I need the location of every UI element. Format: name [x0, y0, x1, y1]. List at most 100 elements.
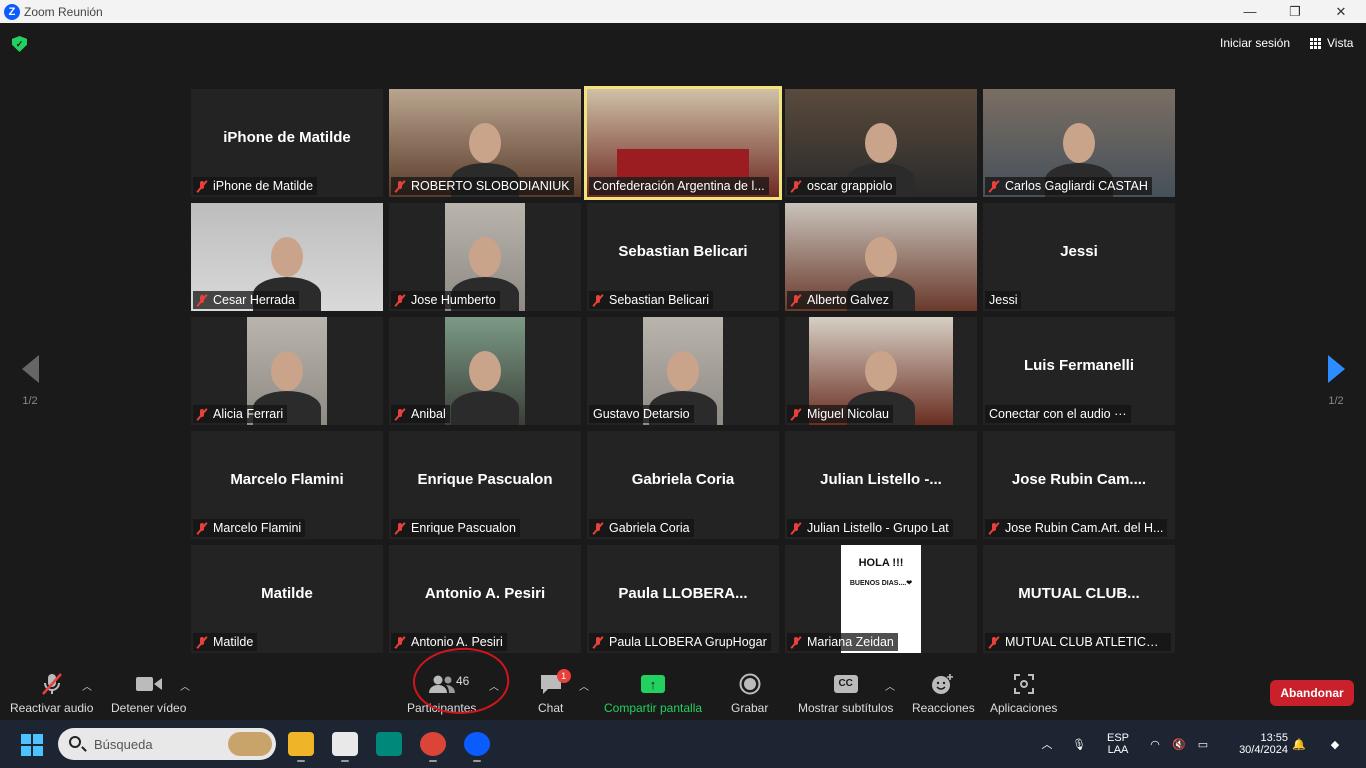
participant-name-label: Cesar Herrada [193, 291, 299, 309]
participant-name-label: Conectar con el audio ··· [985, 405, 1131, 423]
windows-start-icon[interactable] [21, 734, 43, 756]
participant-display-name: Jessi [1060, 243, 1098, 260]
participant-tile[interactable]: Cesar Herrada [191, 203, 383, 311]
signin-button[interactable]: Iniciar sesión [1214, 34, 1296, 52]
language-indicator[interactable]: ESP LAA [1100, 720, 1136, 768]
participant-name-text: Enrique Pascualon [411, 521, 516, 535]
participant-face [865, 123, 897, 163]
participant-name-label: Jose Rubin Cam.Art. del H... [985, 519, 1168, 537]
participant-display-name: MUTUAL CLUB... [1018, 585, 1140, 602]
next-page-indicator: 1/2 [1328, 395, 1344, 407]
encryption-shield-icon[interactable]: ✓ [12, 36, 27, 52]
participant-tile[interactable]: Jose Rubin Cam.... Jose Rubin Cam.Art. de… [983, 431, 1175, 539]
zoom-taskbar-icon[interactable] [464, 732, 490, 762]
participant-tile[interactable]: Confederación Argentina de l... [584, 86, 782, 200]
clock[interactable]: 13:55 30/4/2024 [1222, 720, 1288, 768]
google-meet-icon[interactable] [376, 732, 402, 756]
apps-label: Aplicaciones [990, 701, 1058, 715]
participant-tile[interactable]: Gabriela Coria Gabriela Coria [587, 431, 779, 539]
microphone-muted-icon [40, 672, 64, 696]
wifi-icon[interactable]: ◠ [1144, 720, 1166, 768]
unmute-button[interactable]: Reactivar audio [10, 672, 93, 715]
reactions-button[interactable]: Reacciones [912, 672, 975, 715]
participant-tile[interactable]: Gustavo Detarsio [587, 317, 779, 425]
participant-tile[interactable]: Miguel Nicolau [785, 317, 977, 425]
smiley-plus-icon [931, 672, 955, 696]
volume-muted-icon[interactable]: 🔇 [1168, 720, 1190, 768]
participant-tile[interactable]: Alicia Ferrari [191, 317, 383, 425]
microphone-muted-icon [989, 180, 999, 193]
audio-options-caret-icon[interactable]: ︿ [82, 678, 92, 693]
participant-tile[interactable]: Sebastian Belicari Sebastian Belicari [587, 203, 779, 311]
participant-name-label: Gustavo Detarsio [589, 405, 694, 423]
zoom-logo-icon: Z [4, 3, 20, 20]
participant-tile[interactable]: iPhone de Matilde iPhone de Matilde [191, 89, 383, 197]
microphone-muted-icon [395, 636, 405, 649]
battery-icon[interactable]: ▭ [1192, 720, 1214, 768]
language-bottom: LAA [1107, 744, 1129, 756]
participant-tile[interactable]: oscar grappiolo [785, 89, 977, 197]
participant-name-text: Jose Humberto [411, 293, 496, 307]
participant-tile[interactable]: Julian Listello -... Julian Listello - Gr… [785, 431, 977, 539]
microphone-muted-icon [593, 636, 603, 649]
snipping-tool-icon[interactable] [332, 732, 358, 762]
participant-tile[interactable]: Paula LLOBERA... Paula LLOBERA GrupHogar [587, 545, 779, 653]
participant-name-label: Paula LLOBERA GrupHogar [589, 633, 771, 651]
reactions-label: Reacciones [912, 701, 975, 715]
microphone-muted-icon [791, 294, 801, 307]
taskbar-search[interactable]: Búsqueda [58, 728, 276, 760]
window-title: Zoom Reunión [24, 4, 103, 19]
microphone-muted-icon [395, 180, 405, 193]
video-options-caret-icon[interactable]: ︿ [180, 678, 190, 693]
chat-options-caret-icon[interactable]: ︿ [579, 678, 589, 693]
stop-video-button[interactable]: Detener vídeo [111, 672, 186, 715]
close-button[interactable]: ✕ [1318, 0, 1364, 23]
file-explorer-icon[interactable] [288, 732, 314, 762]
participant-name-label: Sebastian Belicari [589, 291, 714, 309]
participant-display-name: Luis Fermanelli [1023, 357, 1135, 374]
participant-tile[interactable]: Antonio A. Pesiri Antonio A. Pesiri [389, 545, 581, 653]
view-button[interactable]: Vista [1304, 34, 1359, 52]
participant-name-text: Mariana Zeidan [807, 635, 894, 649]
next-page-arrow-icon[interactable] [1327, 355, 1345, 383]
participant-name-text: Miguel Nicolau [807, 407, 889, 421]
participant-tile[interactable]: Carlos Gagliardi CASTAH [983, 89, 1175, 197]
tray-chevron-up-icon[interactable]: ︿ [1036, 720, 1058, 768]
participant-tile[interactable]: Enrique Pascualon Enrique Pascualon [389, 431, 581, 539]
participant-tile[interactable]: Marcelo Flamini Marcelo Flamini [191, 431, 383, 539]
share-screen-button[interactable]: ↑ Compartir pantalla [604, 672, 702, 715]
participant-tile[interactable]: Luis Fermanelli Conectar con el audio ··· [983, 317, 1175, 425]
chat-button[interactable]: 1 Chat [538, 669, 571, 715]
participant-display-name: Jose Rubin Cam.... [1011, 471, 1147, 488]
captions-options-caret-icon[interactable]: ︿ [885, 678, 895, 693]
participant-tile[interactable]: HOLA !!! BUENOS DIAS....❤ Mariana Zeidan [785, 545, 977, 653]
prev-page-nav[interactable]: 1/2 [0, 355, 60, 415]
maximize-button[interactable]: ❐ [1272, 0, 1318, 23]
chrome-icon[interactable] [420, 732, 446, 762]
participant-tile[interactable]: ROBERTO SLOBODIANIUK [389, 89, 581, 197]
participant-tile[interactable]: MUTUAL CLUB... MUTUAL CLUB ATLETICO PI... [983, 545, 1175, 653]
microphone-muted-icon [791, 408, 801, 421]
leave-button[interactable]: Abandonar [1270, 680, 1354, 706]
captions-button[interactable]: CC Mostrar subtítulos [798, 672, 893, 715]
participant-display-name: iPhone de Matilde [223, 129, 351, 146]
tray-microphone-icon[interactable]: 🎙 [1068, 720, 1090, 768]
participant-name-label: Enrique Pascualon [391, 519, 520, 537]
notification-bell-icon[interactable]: 🔔 [1288, 720, 1310, 768]
prev-page-arrow-icon[interactable] [21, 355, 39, 383]
next-page-nav[interactable]: 1/2 [1306, 355, 1366, 415]
minimize-button[interactable]: — [1227, 0, 1273, 23]
prev-page-indicator: 1/2 [22, 395, 38, 407]
participant-name-label: Alberto Galvez [787, 291, 893, 309]
participant-tile[interactable]: Jessi Jessi [983, 203, 1175, 311]
participant-tile[interactable]: Matilde Matilde [191, 545, 383, 653]
participant-tile[interactable]: Anibal [389, 317, 581, 425]
record-button[interactable]: Grabar [731, 672, 768, 715]
participant-name-label: iPhone de Matilde [193, 177, 318, 195]
copilot-icon[interactable]: ◆ [1320, 720, 1350, 768]
participant-name-label: oscar grappiolo [787, 177, 897, 195]
conference-table [617, 149, 749, 177]
apps-button[interactable]: Aplicaciones [990, 672, 1057, 715]
participant-tile[interactable]: Alberto Galvez [785, 203, 977, 311]
participant-tile[interactable]: Jose Humberto [389, 203, 581, 311]
